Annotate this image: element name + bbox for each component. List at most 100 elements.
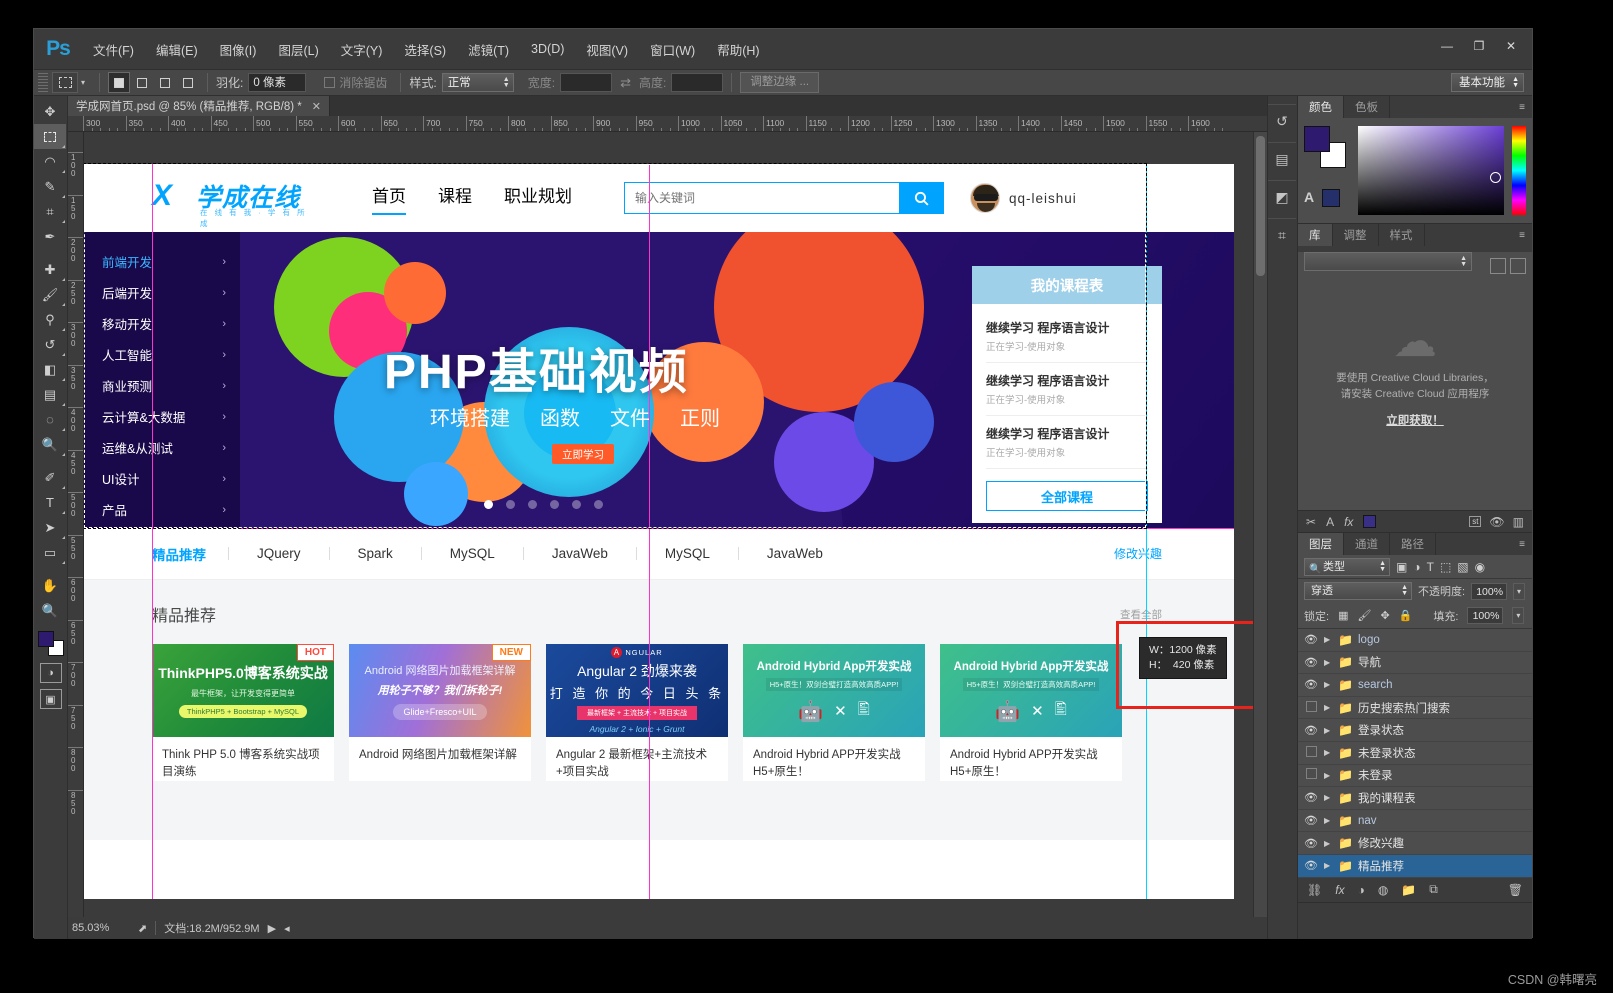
layer-knife-icon[interactable]: ✂ — [1306, 515, 1316, 529]
tab-layers[interactable]: 图层 — [1298, 533, 1344, 555]
get-now-link[interactable]: 立即获取！ — [1298, 412, 1532, 428]
visibility-icon[interactable]: 👁 — [1298, 633, 1324, 646]
library-select[interactable]: ▲ ▼ — [1304, 252, 1472, 271]
filter-adjustment-icon[interactable]: ◑ — [1413, 560, 1420, 574]
lock-image-icon[interactable]: 🖌 — [1357, 609, 1371, 622]
rectangle-tool[interactable]: ▭ — [34, 540, 66, 565]
opacity-value[interactable]: 100% — [1471, 582, 1508, 600]
delete-layer-icon[interactable]: 🗑 — [1508, 883, 1523, 897]
new-group-icon[interactable]: 📁 — [1401, 883, 1416, 897]
menu-3d[interactable]: 3D(D) — [520, 38, 575, 60]
expand-arrow-icon[interactable]: ▶ — [1324, 726, 1338, 735]
layer-text-icon[interactable]: A — [1326, 515, 1334, 529]
scroll-thumb[interactable] — [1256, 136, 1265, 276]
visibility-icon[interactable] — [1298, 745, 1324, 760]
lock-all-icon[interactable]: 🔒 — [1399, 609, 1413, 622]
clone-stamp-tool[interactable]: ⚲ — [34, 307, 66, 332]
history-panel-icon[interactable]: ↺ — [1268, 104, 1296, 138]
grid-view-icon[interactable] — [1490, 258, 1506, 274]
tab-featured[interactable]: 精品推荐 — [152, 544, 228, 564]
maximize-button[interactable]: ❐ — [1464, 35, 1494, 57]
canvas-vertical-scrollbar[interactable] — [1253, 132, 1267, 917]
eyedropper-tool[interactable]: ✒ — [34, 224, 66, 249]
height-input[interactable] — [671, 73, 724, 92]
link-layers-icon[interactable]: ⛓ — [1307, 883, 1322, 897]
visibility-icon[interactable]: 👁 — [1298, 656, 1324, 669]
properties-panel-icon[interactable]: ▤ — [1268, 142, 1296, 176]
tab-swatches[interactable]: 色板 — [1344, 96, 1390, 118]
pen-tool[interactable]: ✐ — [34, 465, 66, 490]
history-brush-tool[interactable]: ↺ — [34, 332, 66, 357]
layer-row-edit-interest[interactable]: 👁 ▶ 📁 修改兴趣 — [1298, 832, 1532, 855]
screen-mode-button[interactable]: ▣ — [39, 689, 62, 709]
layer-row-history-search[interactable]: ▶ 📁 历史搜索热门搜索 — [1298, 697, 1532, 720]
menu-type[interactable]: 文字(Y) — [330, 36, 394, 63]
canvas-viewport[interactable]: X 学成在线 在 线 有 我 · 学 有 所 成 首页 课程 职业规划 输入关键… — [84, 132, 1253, 917]
menu-select[interactable]: 选择(S) — [393, 36, 457, 63]
layer-row-logo[interactable]: 👁 ▶ 📁 logo — [1298, 629, 1532, 652]
expand-arrow-icon[interactable]: ▶ — [1324, 703, 1338, 712]
opacity-stepper[interactable]: ▾ — [1513, 582, 1526, 600]
tab-spark[interactable]: Spark — [330, 546, 421, 561]
document-tab[interactable]: 学成网首页.psd @ 85% (精品推荐, RGB/8) * ✕ — [68, 96, 330, 116]
visibility-icon[interactable]: 👁 — [1298, 859, 1324, 872]
hue-strip[interactable] — [1512, 126, 1526, 215]
layer-row-search[interactable]: 👁 ▶ 📁 search — [1298, 674, 1532, 697]
expand-arrow-icon[interactable]: ▶ — [1324, 658, 1338, 667]
zoom-level[interactable]: 85.03% — [72, 922, 130, 934]
layer-row-logged-out[interactable]: ▶ 📁 未登录 — [1298, 765, 1532, 788]
filter-type-icon[interactable]: T — [1427, 560, 1434, 574]
gradient-tool[interactable]: ▤ — [34, 382, 66, 407]
move-tool[interactable]: ✥ — [34, 99, 66, 124]
tab-libraries[interactable]: 库 — [1298, 224, 1333, 246]
tab-mysql-2[interactable]: MySQL — [637, 546, 738, 561]
guide-horizontal[interactable] — [240, 528, 1234, 529]
tool-preset-chevron-icon[interactable]: ▾ — [81, 78, 85, 87]
tab-channels[interactable]: 通道 — [1344, 533, 1390, 555]
expand-arrow-icon[interactable]: ▶ — [1324, 635, 1338, 644]
lasso-tool[interactable]: ◠ — [34, 149, 66, 174]
tab-adjustments[interactable]: 调整 — [1333, 224, 1379, 246]
type-tool[interactable]: T — [34, 490, 66, 515]
fill-stepper[interactable]: ▾ — [1512, 607, 1525, 624]
layer-row-logged-in[interactable]: 👁 ▶ 📁 登录状态 — [1298, 719, 1532, 742]
quick-selection-tool[interactable]: ✎ — [34, 174, 66, 199]
filter-pixel-icon[interactable]: ▣ — [1396, 560, 1407, 574]
menu-image[interactable]: 图像(I) — [209, 36, 268, 63]
layer-color-swatch[interactable] — [1363, 515, 1377, 528]
intersect-selection-button[interactable] — [177, 72, 200, 93]
brushes-panel-icon[interactable]: ◩ — [1268, 180, 1296, 214]
blur-tool[interactable]: ◌ — [34, 407, 66, 432]
expand-arrow-icon[interactable]: ▶ — [1324, 793, 1338, 802]
filter-shape-icon[interactable]: ⬚ — [1440, 560, 1451, 574]
panel-menu-icon[interactable]: ≡ — [1512, 224, 1532, 246]
tab-javaweb-2[interactable]: JavaWeb — [739, 546, 851, 561]
layer-grid-icon[interactable]: ▥ — [1513, 515, 1524, 529]
minimize-button[interactable]: — — [1432, 35, 1462, 57]
expand-arrow-icon[interactable]: ▶ — [1324, 748, 1338, 757]
panel-menu-icon[interactable]: ≡ — [1512, 96, 1532, 118]
visibility-icon[interactable]: 👁 — [1298, 724, 1324, 737]
marquee-tool[interactable] — [34, 124, 66, 149]
visibility-icon[interactable]: 👁 — [1298, 791, 1324, 804]
close-button[interactable]: ✕ — [1496, 35, 1526, 57]
layer-style-icon[interactable]: fx — [1335, 883, 1344, 897]
tab-mysql-1[interactable]: MySQL — [422, 546, 523, 561]
horizontal-ruler[interactable]: 300 350 400 450 500 550 600 650 700 750 800 850 900 9… — [68, 116, 1267, 132]
quick-mask-button[interactable]: ◑ — [39, 663, 62, 683]
course-card[interactable]: A NGULAR Angular 2 劲爆来袭 打 造 你 的 今 日 头 条 最… — [546, 644, 728, 781]
filter-smart-icon[interactable]: ▧ — [1457, 560, 1468, 574]
adjustment-layer-icon[interactable]: ◍ — [1378, 883, 1388, 897]
panel-menu-icon[interactable]: ≡ — [1512, 533, 1532, 555]
visibility-icon[interactable] — [1298, 768, 1324, 782]
layer-eye-icon[interactable]: 👁 — [1489, 515, 1504, 529]
course-card[interactable]: Android Hybrid App开发实战 H5+原生！双剑合璧打造高效高质A… — [940, 644, 1122, 781]
expand-arrow-icon[interactable]: ▶ — [1324, 816, 1338, 825]
feather-input[interactable]: 0 像素 — [248, 73, 307, 92]
layer-row-nav[interactable]: 👁 ▶ 📁 nav — [1298, 810, 1532, 833]
marquee-tool-icon[interactable] — [52, 72, 78, 93]
subtract-from-selection-button[interactable] — [154, 72, 177, 93]
crop-panel-icon[interactable]: ⌗ — [1268, 218, 1296, 252]
text-color-swatch[interactable] — [1322, 189, 1340, 207]
swap-dimensions-icon[interactable]: ⇄ — [620, 75, 631, 91]
